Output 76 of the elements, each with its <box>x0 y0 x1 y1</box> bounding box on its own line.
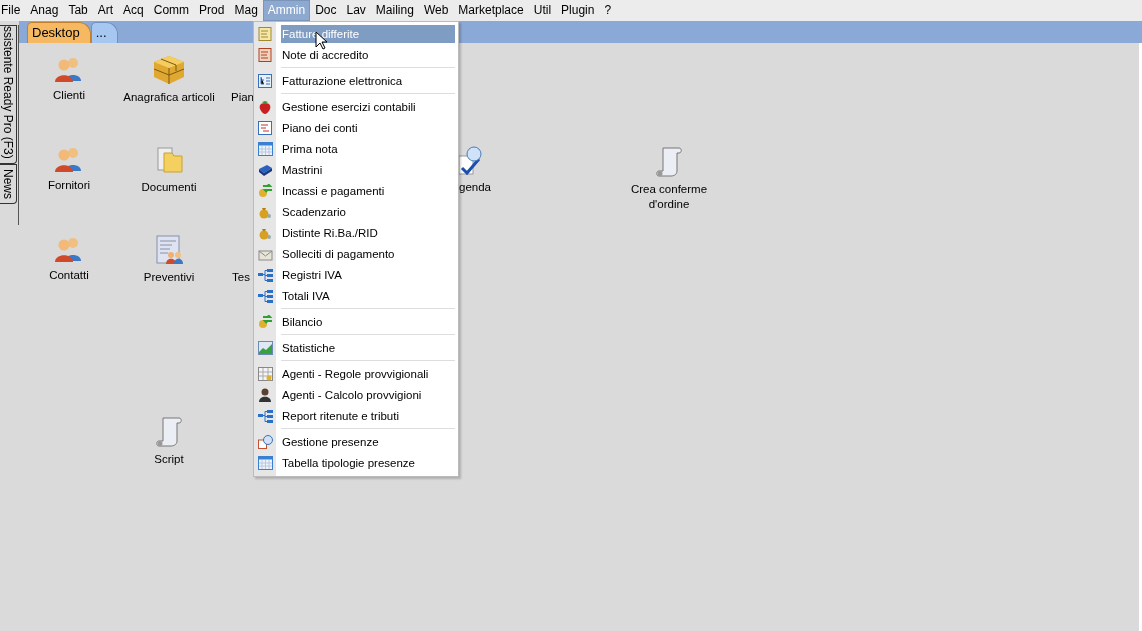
tree-list-icon <box>258 73 272 88</box>
people-icon[interactable] <box>54 145 84 173</box>
menu-item[interactable]: Web <box>418 0 454 21</box>
people-icon[interactable] <box>54 55 84 83</box>
desktop-icon-label[interactable]: Fornitori <box>47 178 91 193</box>
menu-item[interactable]: Registri IVA <box>281 265 455 284</box>
book-icon <box>257 162 273 177</box>
menu-item[interactable]: Lav <box>341 0 371 21</box>
menu-item[interactable]: Bilancio <box>281 312 455 331</box>
menu-item[interactable]: Comm <box>148 0 195 21</box>
scroll-icon[interactable] <box>655 145 683 177</box>
menu-item[interactable]: Doc <box>310 0 342 21</box>
clock-icon <box>257 434 273 449</box>
desktop-icon-label[interactable]: Anagrafica articoli <box>123 90 215 105</box>
menu-item[interactable]: Acq <box>118 0 149 21</box>
menu-item[interactable]: Distinte Ri.Ba./RID <box>281 223 455 242</box>
menu-item[interactable]: Fatturazione elettronica <box>281 71 455 90</box>
tab[interactable]: Desktop <box>27 22 91 43</box>
menu-item[interactable]: Anag <box>25 0 64 21</box>
menu-item[interactable]: Tabella tipologie presenze <box>281 453 455 472</box>
document-icon <box>258 47 272 62</box>
desktop-icon-label[interactable]: Contatti <box>49 268 89 283</box>
grid-icon <box>257 366 273 381</box>
menu-item[interactable]: Tab <box>63 0 93 21</box>
menu-item[interactable]: ? <box>599 0 617 21</box>
menu-item[interactable]: Mailing <box>370 0 419 21</box>
people-icon[interactable] <box>54 235 84 263</box>
desktop-icon-label[interactable]: Pian <box>231 90 255 105</box>
desktop-icon-label[interactable]: Preventivi <box>143 270 195 285</box>
scroll-icon[interactable] <box>155 415 183 447</box>
menu-item[interactable]: Totali IVA <box>281 286 455 305</box>
person-icon <box>258 387 272 402</box>
money-arrows-icon <box>257 314 273 329</box>
list-icon <box>258 120 272 135</box>
side-tab[interactable]: News <box>0 163 17 204</box>
table-icon <box>257 455 273 470</box>
menu-item[interactable]: File <box>0 0 26 21</box>
desktop-icon-label[interactable]: Crea conferme d'ordine <box>619 182 719 212</box>
folder-icon[interactable] <box>154 145 184 175</box>
chart-icon <box>257 340 273 355</box>
menu-item[interactable]: Piano dei conti <box>281 118 455 137</box>
menu-item[interactable]: Report ritenute e tributi <box>281 406 455 425</box>
menu-item[interactable]: Agenti - Regole provvigionali <box>281 364 455 383</box>
desktop-icon-label[interactable]: Clienti <box>53 88 85 103</box>
menu-item[interactable]: Scadenzario <box>281 202 455 221</box>
desktop-icon-label[interactable]: Script <box>154 452 184 467</box>
desktop-icon-label[interactable]: Tes <box>232 270 250 285</box>
menu-item[interactable]: Mastrini <box>281 160 455 179</box>
menu-item[interactable]: Mag <box>229 0 263 21</box>
menu-item[interactable]: Note di accredito <box>281 45 455 64</box>
menu-item[interactable]: Incassi e pagamenti <box>281 181 455 200</box>
menu-item[interactable]: Statistiche <box>281 338 455 357</box>
menu-item[interactable]: Art <box>92 0 119 21</box>
report-icon[interactable] <box>155 235 183 265</box>
box-icon[interactable] <box>153 55 185 85</box>
menu-item[interactable]: Prima nota <box>281 139 455 158</box>
strawberry-icon <box>258 99 272 114</box>
hierarchy-icon <box>257 288 273 303</box>
menu-item[interactable]: Prod <box>194 0 230 21</box>
hierarchy-icon <box>257 267 273 282</box>
desktop-icon-label[interactable]: Documenti <box>141 180 197 195</box>
tab[interactable]: ... <box>90 22 118 43</box>
menu-item[interactable]: Solleciti di pagamento <box>281 244 455 263</box>
desktop-icon-label[interactable]: genda <box>459 180 491 195</box>
hierarchy-icon <box>257 408 273 423</box>
side-tab[interactable]: ssistente Ready Pro (F3) <box>0 25 17 164</box>
menu-item[interactable]: Plugin <box>556 0 600 21</box>
menu-item[interactable]: Util <box>528 0 557 21</box>
table-icon <box>257 141 273 156</box>
menu-item[interactable]: Marketplace <box>453 0 529 21</box>
menu-item[interactable]: Gestione presenze <box>281 432 455 451</box>
menu-item[interactable]: Gestione esercizi contabili <box>281 97 455 116</box>
menu-item[interactable]: Agenti - Calcolo provvigioni <box>281 385 455 404</box>
calendar-clock-icon[interactable] <box>459 146 485 176</box>
money-arrows-icon <box>257 183 273 198</box>
document-icon <box>258 26 272 41</box>
